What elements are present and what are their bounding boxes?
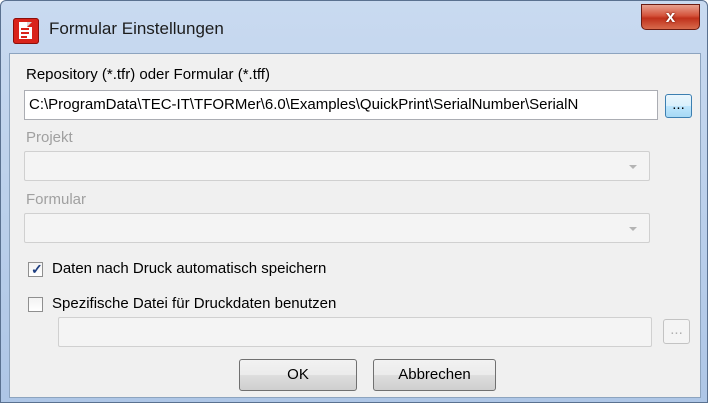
tformer-app-icon (13, 18, 39, 44)
dialog-client-area: Repository (*.tfr) oder Formular (*.tff)… (9, 53, 701, 398)
checkmark-icon: ✓ (31, 261, 43, 277)
form-label: Formular (26, 191, 87, 208)
dialog-window: Formular Einstellungen x Repository (*.t… (0, 0, 708, 403)
close-icon: x (665, 7, 676, 26)
window-title: Formular Einstellungen (49, 19, 224, 38)
repository-path-field[interactable]: C:\ProgramData\TEC-IT\TFORMer\6.0\Exampl… (24, 90, 658, 120)
project-label: Projekt (26, 129, 73, 146)
repository-label: Repository (*.tfr) oder Formular (*.tff) (26, 66, 270, 83)
repository-browse-button[interactable]: ... (665, 94, 692, 118)
title-bar[interactable]: Formular Einstellungen x (1, 1, 707, 51)
autosave-label[interactable]: Daten nach Druck automatisch speichern (52, 260, 326, 277)
form-select[interactable] (24, 213, 650, 243)
cancel-button[interactable]: Abbrechen (373, 359, 496, 391)
chevron-down-icon (629, 227, 637, 231)
specific-file-label[interactable]: Spezifische Datei für Druckdaten benutze… (52, 295, 336, 312)
specific-file-path-field[interactable] (58, 317, 652, 347)
autosave-checkbox[interactable]: ✓ (28, 261, 43, 277)
project-select[interactable] (24, 151, 650, 181)
close-button[interactable]: x (641, 4, 700, 30)
chevron-down-icon (629, 165, 637, 169)
specific-file-checkbox[interactable] (28, 297, 43, 312)
ok-button[interactable]: OK (239, 359, 357, 391)
specific-file-browse-button[interactable]: ... (663, 319, 690, 344)
